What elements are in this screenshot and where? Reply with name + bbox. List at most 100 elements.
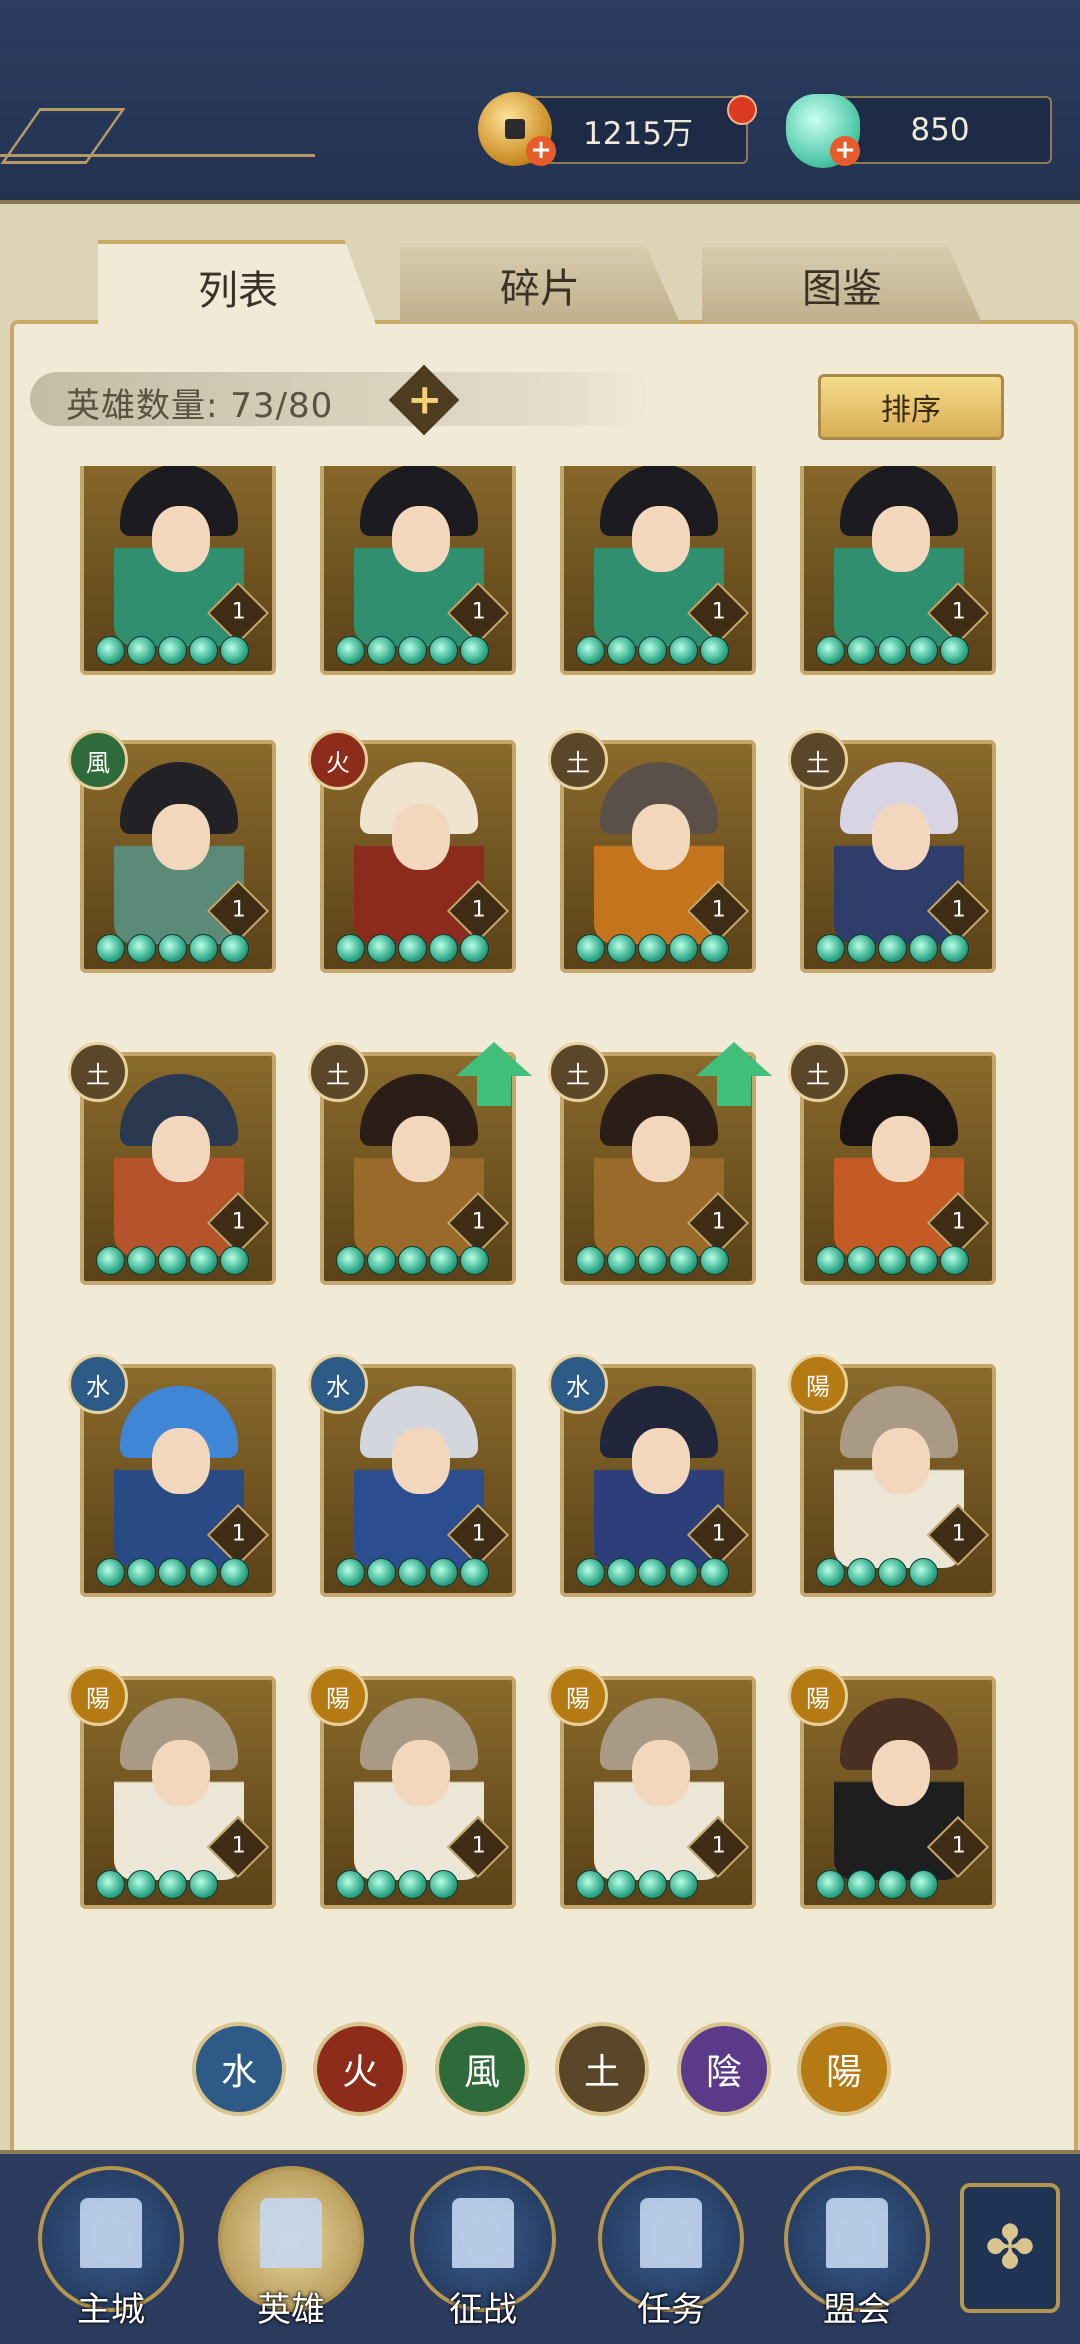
filter-fire-button[interactable]: 火 bbox=[313, 2022, 407, 2116]
element-badge-earth: 土 bbox=[68, 1042, 128, 1102]
jade-star-icon bbox=[909, 934, 938, 963]
sort-button[interactable]: 排序 bbox=[818, 374, 1004, 440]
nav-campaign-label: 征战 bbox=[449, 2290, 517, 2330]
jade-star-icon bbox=[398, 1558, 427, 1587]
jade-star-icon bbox=[96, 934, 125, 963]
tab-list[interactable]: 列表 bbox=[98, 240, 378, 330]
hero-star-rating bbox=[336, 636, 489, 665]
filter-yin-button[interactable]: 陰 bbox=[677, 2022, 771, 2116]
hero-star-rating bbox=[336, 934, 489, 963]
hero-face bbox=[632, 1740, 690, 1806]
filter-water-button[interactable]: 水 bbox=[192, 2022, 286, 2116]
element-badge-water: 水 bbox=[68, 1354, 128, 1414]
hero-star-rating bbox=[576, 636, 729, 665]
jade-star-icon bbox=[429, 636, 458, 665]
hero-face bbox=[872, 1740, 930, 1806]
hero-card[interactable]: 1 bbox=[560, 466, 756, 675]
tab-codex[interactable]: 图鉴 bbox=[702, 247, 982, 323]
hero-star-rating bbox=[96, 1870, 218, 1899]
jade-star-icon bbox=[158, 1246, 187, 1275]
hero-face bbox=[392, 804, 450, 870]
nav-alliance-icon bbox=[826, 2198, 888, 2268]
jade-star-icon bbox=[367, 934, 396, 963]
element-badge-water: 水 bbox=[548, 1354, 608, 1414]
hero-star-rating bbox=[336, 1870, 458, 1899]
jade-star-icon bbox=[367, 1870, 396, 1899]
element-badge-water: 水 bbox=[308, 1354, 368, 1414]
jade-star-icon bbox=[220, 934, 249, 963]
upgrade-arrow-stem bbox=[717, 1076, 751, 1106]
hero-star-rating bbox=[576, 934, 729, 963]
jade-star-icon bbox=[700, 1246, 729, 1275]
nav-main-city-icon bbox=[80, 2198, 142, 2268]
hero-face bbox=[392, 1740, 450, 1806]
jade-star-icon bbox=[127, 1870, 156, 1899]
jade-star-icon bbox=[816, 636, 845, 665]
jade-star-icon bbox=[607, 934, 636, 963]
jade-star-icon bbox=[336, 1870, 365, 1899]
hero-count-label: 英雄数量: 73/80 bbox=[66, 386, 334, 426]
hero-star-rating bbox=[816, 934, 969, 963]
hero-star-rating bbox=[816, 636, 969, 665]
coin-counter[interactable]: 1215万 bbox=[528, 96, 748, 164]
hero-card[interactable]: 1 bbox=[800, 466, 996, 675]
jade-star-icon bbox=[700, 934, 729, 963]
element-badge-yang: 陽 bbox=[68, 1666, 128, 1726]
hero-card[interactable]: 1 bbox=[80, 466, 276, 675]
jade-star-icon bbox=[638, 1246, 667, 1275]
jade-star-icon bbox=[878, 636, 907, 665]
filter-earth-button[interactable]: 土 bbox=[555, 2022, 649, 2116]
jade-star-icon bbox=[127, 934, 156, 963]
jade-star-icon bbox=[940, 1246, 969, 1275]
tab-fragments[interactable]: 碎片 bbox=[400, 247, 680, 323]
jade-star-icon bbox=[429, 934, 458, 963]
jade-star-icon bbox=[909, 1870, 938, 1899]
filter-wind-button[interactable]: 風 bbox=[435, 2022, 529, 2116]
nav-campaign-icon bbox=[452, 2198, 514, 2268]
jade-star-icon bbox=[189, 1558, 218, 1587]
jade-star-icon bbox=[398, 1870, 427, 1899]
nav-main-city-label: 主城 bbox=[77, 2290, 145, 2330]
jade-star-icon bbox=[700, 1558, 729, 1587]
filter-yang-button[interactable]: 陽 bbox=[797, 2022, 891, 2116]
jade-star-icon bbox=[816, 1246, 845, 1275]
jade-star-icon bbox=[158, 636, 187, 665]
jade-star-icon bbox=[96, 1558, 125, 1587]
jade-star-icon bbox=[607, 1558, 636, 1587]
jade-star-icon bbox=[398, 636, 427, 665]
jade-star-icon bbox=[816, 934, 845, 963]
jade-star-icon bbox=[96, 1870, 125, 1899]
jade-star-icon bbox=[429, 1558, 458, 1587]
more-menu-button[interactable]: ✤ bbox=[960, 2183, 1060, 2313]
add-gems-button[interactable]: + bbox=[830, 136, 860, 166]
hero-face bbox=[872, 506, 930, 572]
jade-star-icon bbox=[336, 1558, 365, 1587]
element-badge-earth: 土 bbox=[308, 1042, 368, 1102]
element-badge-wind: 風 bbox=[68, 730, 128, 790]
gem-counter[interactable]: 850 bbox=[828, 96, 1052, 164]
hero-grid[interactable]: 11111風1火1土1土1土1土1土1土1水1水1水1陽1陽1陽1陽1陽 bbox=[0, 466, 1080, 1986]
jade-star-icon bbox=[367, 1558, 396, 1587]
jade-star-icon bbox=[220, 1246, 249, 1275]
jade-star-icon bbox=[158, 1870, 187, 1899]
element-badge-earth: 土 bbox=[548, 730, 608, 790]
tab-list-label: 列表 bbox=[198, 268, 278, 314]
add-coins-button[interactable]: + bbox=[526, 136, 556, 166]
hero-card[interactable]: 1 bbox=[320, 466, 516, 675]
hero-star-rating bbox=[96, 1558, 249, 1587]
jade-star-icon bbox=[638, 934, 667, 963]
hero-face bbox=[632, 804, 690, 870]
jade-star-icon bbox=[669, 1558, 698, 1587]
jade-star-icon bbox=[700, 636, 729, 665]
coin-amount: 1215万 bbox=[583, 115, 693, 152]
jade-star-icon bbox=[96, 1246, 125, 1275]
nav-tasks-label: 任务 bbox=[637, 2290, 705, 2330]
jade-star-icon bbox=[158, 934, 187, 963]
jade-star-icon bbox=[576, 1246, 605, 1275]
jade-star-icon bbox=[127, 636, 156, 665]
hero-face bbox=[872, 1116, 930, 1182]
element-badge-fire: 火 bbox=[308, 730, 368, 790]
jade-star-icon bbox=[460, 934, 489, 963]
jade-star-icon bbox=[336, 636, 365, 665]
jade-star-icon bbox=[909, 636, 938, 665]
